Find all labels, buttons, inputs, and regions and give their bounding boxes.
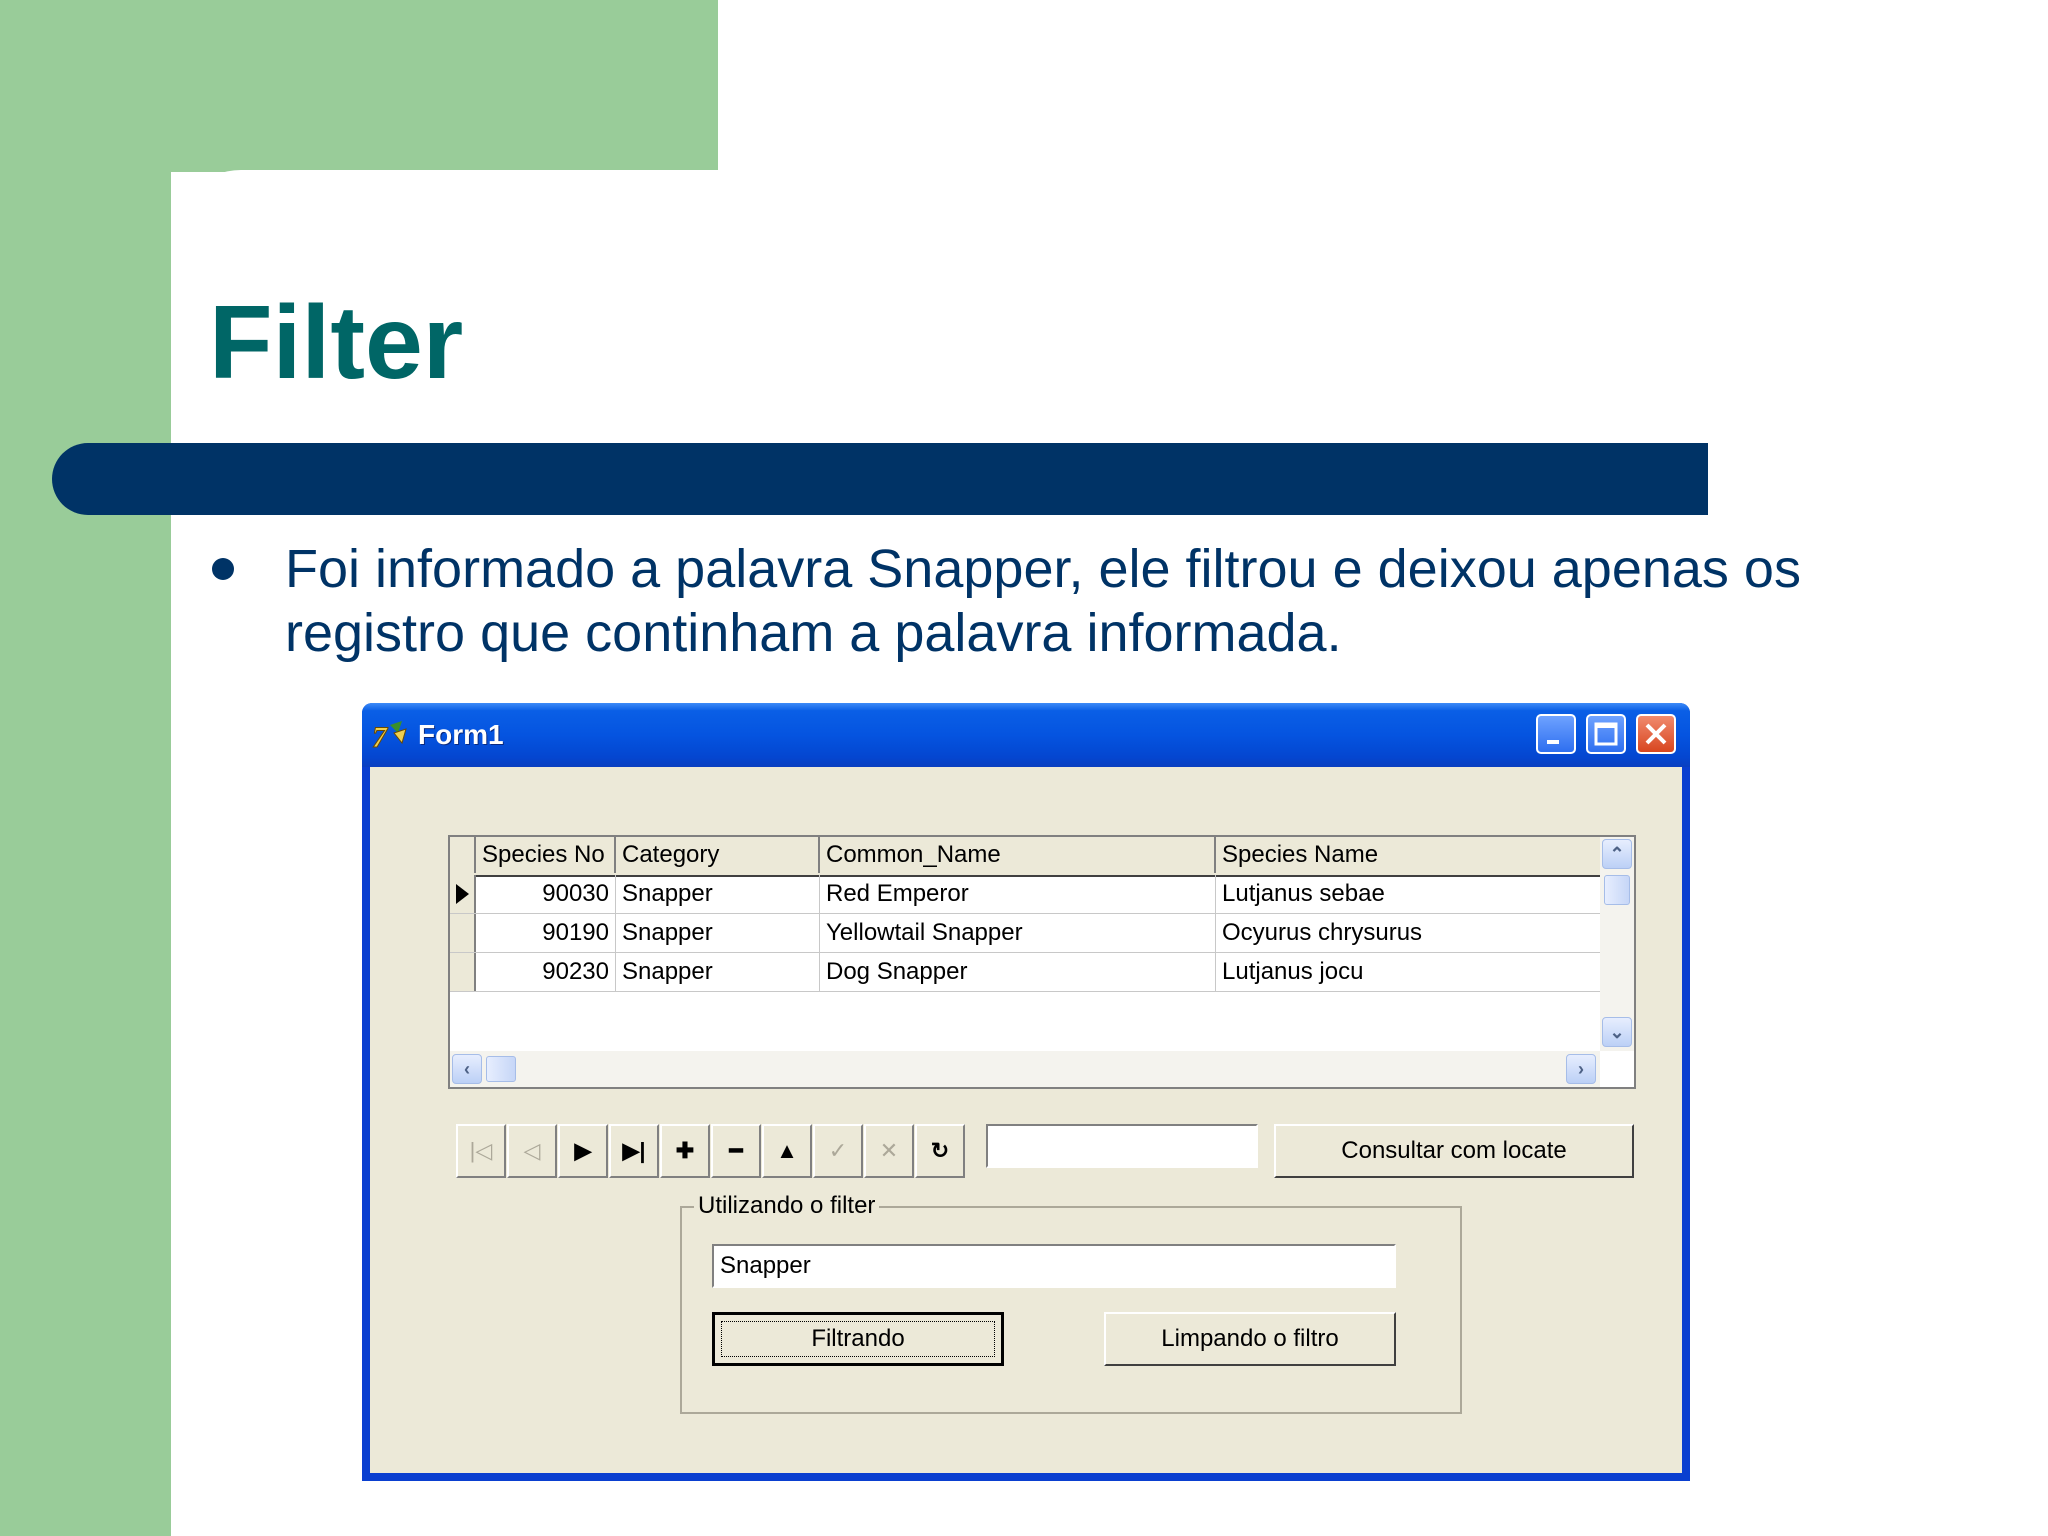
- column-header-species-name[interactable]: Species Name: [1216, 837, 1600, 873]
- current-row-arrow-icon: [456, 884, 469, 904]
- cell-common-name[interactable]: Yellowtail Snapper: [820, 914, 1216, 952]
- delphi-app-icon: 7: [372, 721, 407, 753]
- cell-species-name[interactable]: Ocyurus chrysurus: [1216, 914, 1600, 952]
- minimize-button[interactable]: [1536, 714, 1576, 754]
- cell-common-name[interactable]: Dog Snapper: [820, 953, 1216, 991]
- grid-header: Species No Category Common_Name Species …: [450, 837, 1600, 877]
- scroll-down-icon[interactable]: ⌄: [1602, 1017, 1632, 1047]
- scroll-up-icon[interactable]: ⌃: [1602, 839, 1632, 869]
- close-icon: [1645, 723, 1667, 745]
- close-button[interactable]: [1636, 714, 1676, 754]
- filter-input[interactable]: Snapper: [712, 1244, 1396, 1288]
- last-icon[interactable]: ▶|: [609, 1124, 659, 1178]
- refresh-icon[interactable]: ↻: [915, 1124, 965, 1178]
- cancel-icon[interactable]: ✕: [864, 1124, 914, 1178]
- svg-text:7: 7: [372, 721, 388, 753]
- filter-groupbox-caption: Utilizando o filter: [694, 1190, 880, 1222]
- cell-species-name[interactable]: Lutjanus jocu: [1216, 953, 1600, 991]
- next-icon[interactable]: ▶: [558, 1124, 608, 1178]
- vertical-scroll-thumb[interactable]: [1604, 875, 1630, 905]
- row-indicator[interactable]: [450, 953, 476, 991]
- bullet-icon: [212, 558, 234, 580]
- column-header-species-no[interactable]: Species No: [476, 837, 616, 873]
- column-header-common-name[interactable]: Common_Name: [820, 837, 1216, 873]
- header-indicator-cell: [450, 837, 476, 873]
- vertical-scrollbar[interactable]: ⌃ ⌄: [1600, 837, 1634, 1051]
- maximize-icon: [1594, 722, 1618, 746]
- prior-icon[interactable]: ◁: [507, 1124, 557, 1178]
- row-indicator[interactable]: [450, 914, 476, 952]
- cell-species-no[interactable]: 90230: [476, 953, 616, 991]
- edit-icon[interactable]: ▲: [762, 1124, 812, 1178]
- scroll-left-icon[interactable]: ‹: [452, 1054, 482, 1084]
- title-divider-bar: [52, 443, 1708, 515]
- window-titlebar[interactable]: 7 Form1: [362, 703, 1690, 767]
- table-row[interactable]: 90230 Snapper Dog Snapper Lutjanus jocu: [450, 953, 1600, 992]
- limpando-filtro-label: Limpando o filtro: [1161, 1325, 1339, 1352]
- consultar-locate-label: Consultar com locate: [1341, 1137, 1567, 1164]
- db-navigator: |◁ ◁ ▶ ▶| ✚ ━ ▲ ✓ ✕ ↻: [456, 1124, 968, 1178]
- cell-category[interactable]: Snapper: [616, 875, 820, 913]
- table-row[interactable]: 90190 Snapper Yellowtail Snapper Ocyurus…: [450, 914, 1600, 953]
- slide-title: Filter: [209, 285, 464, 401]
- horizontal-scroll-thumb[interactable]: [486, 1056, 516, 1082]
- cell-common-name[interactable]: Red Emperor: [820, 875, 1216, 913]
- column-header-category[interactable]: Category: [616, 837, 820, 873]
- consultar-locate-button[interactable]: Consultar com locate: [1274, 1124, 1634, 1178]
- maximize-button[interactable]: [1586, 714, 1626, 754]
- first-icon[interactable]: |◁: [456, 1124, 506, 1178]
- cell-category[interactable]: Snapper: [616, 914, 820, 952]
- post-icon[interactable]: ✓: [813, 1124, 863, 1178]
- limpando-filtro-button[interactable]: Limpando o filtro: [1104, 1312, 1396, 1366]
- cell-species-no[interactable]: 90030: [476, 875, 616, 913]
- horizontal-scrollbar[interactable]: ‹ ›: [450, 1051, 1600, 1087]
- delete-icon[interactable]: ━: [711, 1124, 761, 1178]
- row-indicator[interactable]: [450, 875, 476, 913]
- species-grid[interactable]: Species No Category Common_Name Species …: [448, 835, 1636, 1089]
- minimize-icon: [1547, 740, 1559, 744]
- scroll-right-icon[interactable]: ›: [1566, 1054, 1596, 1084]
- cell-category[interactable]: Snapper: [616, 953, 820, 991]
- bullet-text: Foi informado a palavra Snapper, ele fil…: [285, 539, 1801, 663]
- cell-species-name[interactable]: Lutjanus sebae: [1216, 875, 1600, 913]
- cell-species-no[interactable]: 90190: [476, 914, 616, 952]
- filtrando-label: Filtrando: [811, 1325, 905, 1352]
- window-title: Form1: [418, 719, 504, 750]
- filter-groupbox: Utilizando o filter: [680, 1190, 1462, 1414]
- insert-icon[interactable]: ✚: [660, 1124, 710, 1178]
- filtrando-button[interactable]: Filtrando: [712, 1312, 1004, 1366]
- table-row[interactable]: 90030 Snapper Red Emperor Lutjanus sebae: [450, 875, 1600, 914]
- locate-input[interactable]: [986, 1124, 1258, 1168]
- slide-accent-left: [0, 0, 171, 1536]
